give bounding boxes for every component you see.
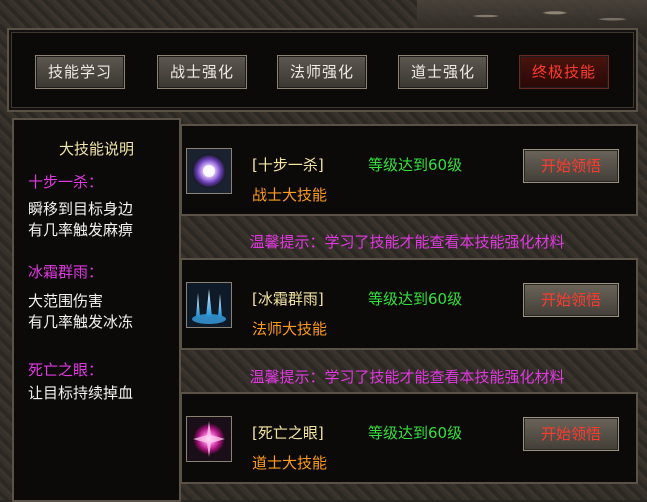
ice-rain-icon — [186, 282, 232, 328]
tab-bar: 技能学习 战士强化 法师强化 道士强化 终极技能 — [7, 28, 638, 112]
desc-line: 大范围伤害 — [28, 292, 104, 310]
tab-ultimate-skills[interactable]: 终极技能 — [519, 55, 609, 89]
skill-name: [冰霜群雨] — [252, 290, 324, 308]
hint-text: 温馨提示：学习了技能才能查看本技能强化材料 — [249, 233, 565, 251]
skill-requirement: 等级达到60级 — [368, 290, 463, 308]
start-comprehend-button[interactable]: 开始领悟 — [523, 417, 619, 451]
info-skill-name: 冰霜群雨： — [28, 263, 104, 281]
info-skill-desc: 瞬移到目标身边 有几率触发麻痹 — [28, 199, 133, 241]
skill-requirement: 等级达到60级 — [368, 424, 463, 442]
tab-warrior-enhance[interactable]: 战士强化 — [157, 55, 247, 89]
skill-description-panel: 大技能说明 十步一杀： 瞬移到目标身边 有几率触发麻痹 冰霜群雨： 大范围伤害 … — [12, 118, 181, 502]
skill-name: [死亡之眼] — [252, 424, 324, 442]
skill-class-label: 战士大技能 — [252, 186, 328, 204]
skill-class-label: 法师大技能 — [252, 320, 328, 338]
skill-requirement: 等级达到60级 — [368, 156, 463, 174]
death-eye-icon — [186, 416, 232, 462]
desc-line: 有几率触发冰冻 — [28, 313, 134, 331]
purple-orb-icon — [186, 148, 232, 194]
start-comprehend-button[interactable]: 开始领悟 — [523, 283, 619, 317]
skill-name: [十步一杀] — [252, 156, 324, 174]
skill-row: [死亡之眼] 等级达到60级 道士大技能 开始领悟 — [180, 392, 638, 484]
info-skill-name: 死亡之眼： — [28, 361, 104, 379]
hint-text: 温馨提示：学习了技能才能查看本技能强化材料 — [249, 368, 565, 386]
panel-title: 大技能说明 — [58, 140, 134, 158]
skill-class-label: 道士大技能 — [252, 454, 328, 472]
info-skill-desc: 大范围伤害 有几率触发冰冻 — [28, 291, 133, 333]
start-comprehend-button[interactable]: 开始领悟 — [523, 149, 619, 183]
info-skill-desc: 让目标持续掉血 — [28, 383, 133, 404]
tab-mage-enhance[interactable]: 法师强化 — [277, 55, 367, 89]
desc-line: 有几率触发麻痹 — [28, 221, 134, 239]
desc-line: 瞬移到目标身边 — [28, 200, 134, 218]
skill-row: [冰霜群雨] 等级达到60级 法师大技能 开始领悟 — [180, 258, 638, 350]
info-skill-name: 十步一杀： — [28, 173, 104, 191]
desc-line: 让目标持续掉血 — [28, 384, 134, 402]
tab-skill-learning[interactable]: 技能学习 — [35, 55, 125, 89]
tab-taoist-enhance[interactable]: 道士强化 — [398, 55, 488, 89]
skill-row: [十步一杀] 等级达到60级 战士大技能 开始领悟 — [180, 124, 638, 216]
